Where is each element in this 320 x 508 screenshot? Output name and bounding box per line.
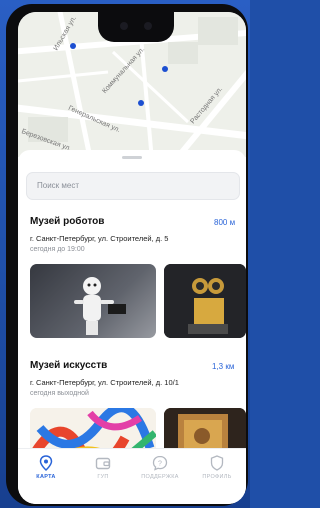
tab-gup[interactable]: ГУП — [75, 455, 131, 495]
tab-label: ПОДДЕРЖКА — [141, 474, 179, 480]
place-photo-robot[interactable] — [30, 264, 156, 338]
place-hours: сегодня выходной — [30, 390, 89, 397]
search-input[interactable]: Поиск мест — [26, 172, 240, 200]
tab-map[interactable]: КАРТА — [18, 455, 74, 495]
question-icon: ? — [152, 455, 168, 471]
camera-icon — [144, 22, 152, 30]
tab-label: КАРТА — [36, 474, 56, 480]
map-marker[interactable] — [162, 66, 168, 72]
camera-icon — [120, 22, 128, 30]
shield-icon — [210, 455, 224, 471]
place-address: г. Санкт-Петербург, ул. Строителей, д. 5 — [30, 234, 169, 243]
wallet-icon — [95, 457, 111, 470]
bottom-tab-bar: КАРТА ГУП ? ПОДДЕРЖКА ПРОФИЛЬ — [18, 448, 246, 504]
place-distance: 1,3 км — [212, 362, 235, 371]
map-marker[interactable] — [70, 43, 76, 49]
place-address: г. Санкт-Петербург, ул. Строителей, д. 1… — [30, 378, 179, 387]
map-marker[interactable] — [138, 100, 144, 106]
tab-profile[interactable]: ПРОФИЛЬ — [189, 455, 245, 495]
search-placeholder: Поиск мест — [37, 181, 80, 190]
drag-handle[interactable] — [122, 156, 142, 159]
svg-text:?: ? — [158, 460, 162, 467]
place-title[interactable]: Музей искусств — [30, 360, 107, 371]
place-distance: 800 м — [214, 218, 236, 227]
walle-illustration — [164, 264, 246, 338]
tab-label: ГУП — [97, 474, 109, 480]
camera-notch — [98, 12, 174, 42]
tab-label: ПРОФИЛЬ — [202, 474, 232, 480]
phone-frame: Ильская ул. Коммунальная ул. Генеральска… — [6, 4, 248, 506]
map-pin-icon — [39, 455, 53, 471]
tab-support[interactable]: ? ПОДДЕРЖКА — [132, 455, 188, 495]
app-screen: Ильская ул. Коммунальная ул. Генеральска… — [18, 12, 246, 504]
place-title[interactable]: Музей роботов — [30, 216, 104, 227]
place-hours: сегодня до 19:00 — [30, 246, 85, 253]
robot-illustration — [30, 264, 156, 338]
place-photo-walle[interactable] — [164, 264, 246, 338]
